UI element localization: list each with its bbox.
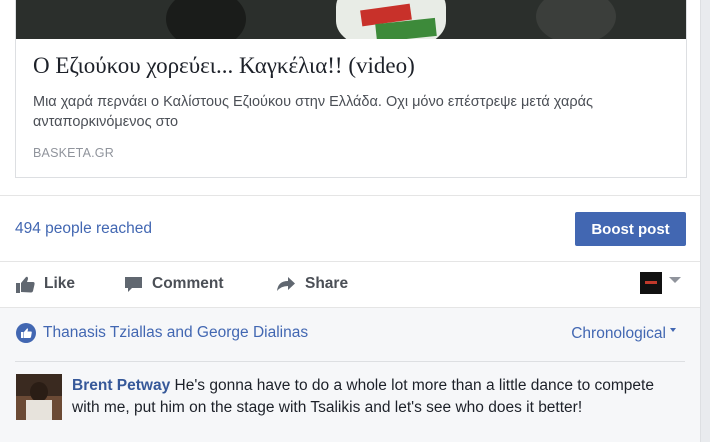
comment-order-label: Chronological [571,325,666,342]
like-button[interactable]: Like [16,273,75,295]
page-avatar [640,272,662,294]
comment-label: Comment [152,275,224,292]
divider [0,195,700,196]
divider [0,307,700,308]
link-title[interactable]: Ο Εζιούκου χορεύει... Καγκέλια!! (video) [33,53,415,79]
share-label: Share [305,275,349,292]
share-arrow-icon [277,277,295,291]
comment-order-dropdown[interactable]: Chronological [571,325,676,343]
link-preview[interactable]: Ο Εζιούκου χορεύει... Καγκέλια!! (video)… [15,0,687,178]
likers-names[interactable]: Thanasis Tziallas and George Dialinas [43,324,308,342]
caret-down-icon [670,328,676,332]
right-border [700,0,701,442]
link-source: BASKETA.GR [33,146,114,160]
like-reaction-icon [16,323,36,343]
likes-summary[interactable]: Thanasis Tziallas and George Dialinas [16,323,308,343]
comment-button[interactable]: Comment [124,273,223,295]
link-thumbnail[interactable] [16,0,686,39]
link-description: Μια χαρά περνάει ο Καλίστους Εζιούκου στ… [33,94,593,130]
post-card: Ο Εζιούκου χορεύει... Καγκέλια!! (video)… [0,0,700,442]
divider [0,261,700,262]
thumbs-up-icon [16,276,35,293]
chevron-down-icon [669,277,681,283]
comment-author[interactable]: Brent Petway [72,377,170,394]
like-label: Like [44,275,76,292]
comment-body: Brent Petway He's gonna have to do a who… [72,375,682,418]
share-button[interactable]: Share [276,273,348,295]
divider [15,361,685,362]
people-reached-link[interactable]: 494 people reached [15,220,152,238]
boost-post-button[interactable]: Boost post [575,212,686,246]
post-as-selector[interactable] [640,272,681,294]
comment-icon [125,276,142,292]
avatar[interactable] [16,374,62,420]
